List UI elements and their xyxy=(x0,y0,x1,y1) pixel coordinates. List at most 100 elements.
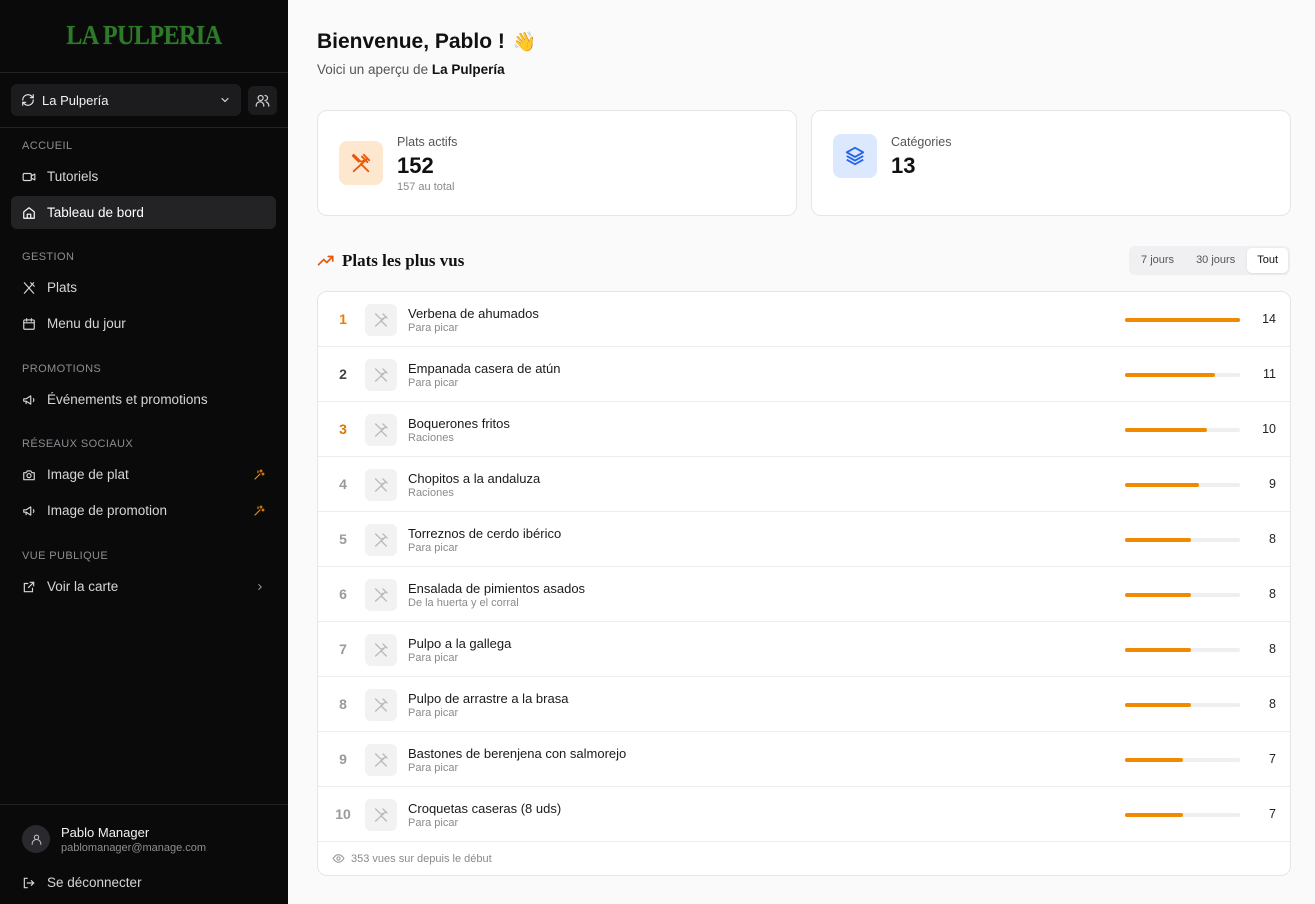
table-row[interactable]: 7 Pulpo a la gallega Para picar 8 xyxy=(318,622,1290,677)
table-row[interactable]: 2 Empanada casera de atún Para picar 11 xyxy=(318,347,1290,402)
dish-category: Para picar xyxy=(408,762,459,774)
rank-number: 6 xyxy=(339,586,347,602)
table-row[interactable]: 3 Boquerones fritos Raciones 10 xyxy=(318,402,1290,457)
sidebar-item-evenements[interactable]: Événements et promotions xyxy=(11,383,276,416)
dish-category: Para picar xyxy=(408,817,459,829)
dish-thumbnail xyxy=(365,689,397,721)
users-icon xyxy=(255,94,270,107)
views-bar xyxy=(1125,648,1240,652)
dish-category: Raciones xyxy=(408,432,454,444)
external-link-icon xyxy=(23,581,35,592)
dish-name: Torreznos de cerdo ibérico xyxy=(408,526,562,541)
views-count: 8 xyxy=(1269,697,1276,711)
views-bar-fill xyxy=(1125,318,1240,322)
sidebar: LA PULPERIA La Pulpería ACCUEIL Tutoriel… xyxy=(0,0,288,904)
views-bar-fill xyxy=(1125,593,1191,597)
sparkle-icon xyxy=(254,504,265,516)
trending-up-icon xyxy=(317,255,334,266)
sidebar-item-label: Image de plat xyxy=(47,467,129,482)
subtitle-restaurant: La Pulpería xyxy=(431,62,505,77)
stat-label: Plats actifs xyxy=(397,135,458,149)
views-bar-fill xyxy=(1125,648,1191,652)
utensils-crossed-icon xyxy=(375,423,388,437)
top-dishes-list: 1 Verbena de ahumados Para picar 14 2 Empanad… xyxy=(317,291,1291,876)
logout-icon xyxy=(23,877,35,888)
nav-section-accueil: ACCUEIL xyxy=(22,140,73,152)
top-dishes-title: Plats les plus vus xyxy=(317,251,464,271)
views-bar-fill xyxy=(1125,428,1207,432)
nav-section-gestion: GESTION xyxy=(22,251,75,263)
dish-name: Ensalada de pimientos asados xyxy=(408,581,586,596)
rank-number: 2 xyxy=(339,366,347,382)
utensils-icon xyxy=(23,281,35,294)
tab-7-jours[interactable]: 7 jours xyxy=(1131,248,1184,273)
table-row[interactable]: 1 Verbena de ahumados Para picar 14 xyxy=(318,292,1290,347)
waving-hand-emoji: 👋 xyxy=(512,32,537,53)
brand-logo[interactable]: LA PULPERIA xyxy=(66,20,222,51)
stat-icon-wrap xyxy=(833,134,877,178)
utensils-crossed-icon xyxy=(375,808,388,822)
tab-30-jours[interactable]: 30 jours xyxy=(1186,248,1245,273)
stat-card-categories: Catégories 13 xyxy=(811,110,1291,216)
views-count: 8 xyxy=(1269,532,1276,546)
sidebar-item-image-de-promotion[interactable]: Image de promotion xyxy=(11,494,276,527)
user-name: Pablo Manager xyxy=(61,825,150,840)
dish-thumbnail xyxy=(365,469,397,501)
rank-number: 1 xyxy=(339,311,347,327)
sidebar-item-menu-du-jour[interactable]: Menu du jour xyxy=(11,307,276,340)
sidebar-item-image-de-plat[interactable]: Image de plat xyxy=(11,458,276,491)
tab-tout[interactable]: Tout xyxy=(1247,248,1288,273)
period-tabs: 7 jours 30 jours Tout xyxy=(1129,246,1290,275)
section-title-text: Plats les plus vus xyxy=(342,251,465,270)
sidebar-item-tableau-de-bord[interactable]: Tableau de bord xyxy=(11,196,276,229)
views-bar xyxy=(1125,758,1240,762)
sidebar-item-tutoriels[interactable]: Tutoriels xyxy=(11,160,276,193)
user-icon xyxy=(31,834,41,845)
logout-label: Se déconnecter xyxy=(47,875,142,890)
avatar[interactable] xyxy=(22,825,50,853)
table-row[interactable]: 6 Ensalada de pimientos asados De la huert… xyxy=(318,567,1290,622)
rank-number: 5 xyxy=(339,531,347,547)
page-subtitle: Voici un aperçu de La Pulpería xyxy=(317,62,505,77)
stat-value: 152 xyxy=(397,153,434,178)
utensils-crossed-icon xyxy=(351,153,371,173)
views-count: 8 xyxy=(1269,642,1276,656)
views-bar xyxy=(1125,703,1240,707)
sidebar-item-label: Tutoriels xyxy=(47,169,99,184)
team-button[interactable] xyxy=(248,85,277,115)
rank-number: 8 xyxy=(339,696,347,712)
views-bar xyxy=(1125,538,1240,542)
utensils-crossed-icon xyxy=(375,478,388,492)
megaphone-icon xyxy=(23,394,35,405)
table-row[interactable]: 9 Bastones de berenjena con salmorejo Para… xyxy=(318,732,1290,787)
views-bar-fill xyxy=(1125,483,1199,487)
sidebar-item-label: Image de promotion xyxy=(47,503,168,518)
views-bar xyxy=(1125,593,1240,597)
views-bar-fill xyxy=(1125,373,1215,377)
dish-thumbnail xyxy=(365,414,397,446)
table-row[interactable]: 8 Pulpo de arrastre a la brasa Para picar 8 xyxy=(318,677,1290,732)
dish-name: Croquetas caseras (8 uds) xyxy=(408,801,562,816)
rank-number: 9 xyxy=(339,751,347,767)
table-row[interactable]: 4 Chopitos a la andaluza Raciones 9 xyxy=(318,457,1290,512)
views-bar xyxy=(1125,373,1240,377)
sidebar-item-plats[interactable]: Plats xyxy=(11,271,276,304)
video-icon xyxy=(22,172,36,181)
chevron-down-icon xyxy=(221,97,229,103)
sidebar-item-voir-la-carte[interactable]: Voir la carte xyxy=(11,570,276,603)
dish-thumbnail xyxy=(365,799,397,831)
dish-thumbnail xyxy=(365,744,397,776)
dish-category: Para picar xyxy=(408,652,459,664)
views-count: 11 xyxy=(1263,367,1276,381)
logo-area: LA PULPERIA xyxy=(0,0,288,73)
dish-category: Raciones xyxy=(408,487,454,499)
table-row[interactable]: 5 Torreznos de cerdo ibérico Para picar 8 xyxy=(318,512,1290,567)
restaurant-selector[interactable]: La Pulpería xyxy=(11,84,241,116)
dish-thumbnail xyxy=(365,634,397,666)
logout-button[interactable]: Se déconnecter xyxy=(11,866,276,899)
views-count: 8 xyxy=(1269,587,1276,601)
table-row[interactable]: 10 Croquetas caseras (8 uds) Para picar 7 xyxy=(318,787,1290,842)
restaurant-row: La Pulpería xyxy=(0,73,288,128)
stat-label: Catégories xyxy=(891,135,952,149)
dish-thumbnail xyxy=(365,359,397,391)
